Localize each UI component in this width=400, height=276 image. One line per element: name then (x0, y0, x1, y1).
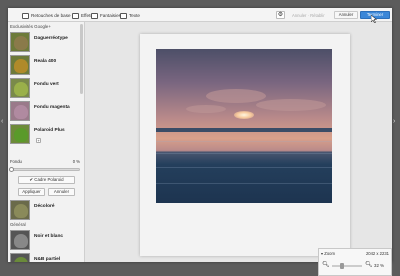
toolbar: Retouches de base Effets Fantaisies Text… (8, 8, 392, 22)
wave (156, 183, 332, 184)
fantasy-icon (91, 12, 98, 19)
fondu-slider[interactable] (9, 167, 80, 172)
effect-item[interactable]: Noir et blanc (10, 230, 80, 252)
effect-label: Noir et blanc (34, 234, 64, 239)
effect-label: N&B partiel (34, 257, 61, 262)
photo-editor-window: ✕ Retouches de base Effets Fantaisies Te… (8, 8, 392, 276)
wave (156, 153, 332, 154)
fondu-row: Fondu 0 % (10, 159, 80, 165)
fondu-label: Fondu (10, 159, 22, 164)
effect-thumbnail (10, 124, 30, 144)
tab-effects[interactable]: Effets (72, 11, 93, 20)
zoom-slider-handle[interactable] (339, 263, 344, 269)
effect-item[interactable]: N&B partiel (10, 253, 80, 262)
cloud (186, 105, 226, 113)
canvas-workspace: ▾ Zoom 2042 x 2231 🔍︎ 🔍︎ 32 % (85, 22, 392, 276)
zoom-header[interactable]: ▾ Zoom (321, 251, 335, 256)
effect-thumbnail (10, 101, 30, 121)
effect-label: Reala 400 (34, 59, 57, 64)
effect-item[interactable]: Reala 400 (10, 55, 80, 77)
cloud (256, 99, 326, 111)
effect-label: Décoloré (34, 204, 55, 209)
effect-thumbnail (10, 253, 30, 262)
tab-text-label: Texte (129, 13, 140, 18)
gear-icon[interactable]: ⚙ (276, 11, 285, 19)
effect-item[interactable]: Fondu vert (10, 78, 80, 100)
cloud (206, 89, 266, 103)
undo-button[interactable]: Annuler (48, 188, 75, 196)
polaroid-frame (140, 34, 350, 256)
tab-basic-edits-label: Retouches de base (31, 13, 71, 18)
plus-icon[interactable]: + (36, 138, 41, 143)
mouse-cursor-icon (371, 15, 377, 23)
apply-button[interactable]: Appliquer (18, 188, 45, 196)
effect-label: Fondu vert (34, 82, 59, 87)
wave (156, 167, 332, 168)
section-google-exclusives: Exclusivités Google+ (10, 24, 51, 29)
fondu-value: 0 % (72, 159, 80, 164)
effect-thumbnail (10, 200, 30, 220)
effect-label: Daguerréotype (34, 36, 68, 41)
effect-item[interactable]: Fondu magenta (10, 101, 80, 123)
tab-fantasy-label: Fantaisies (100, 13, 121, 18)
effect-item[interactable]: Daguerréotype (10, 32, 80, 54)
effect-item[interactable]: Décoloré (10, 200, 80, 222)
effect-thumbnail (10, 55, 30, 75)
sidebar-scrollbar[interactable] (80, 24, 83, 94)
basic-edits-icon (22, 12, 29, 19)
cancel-button[interactable]: Annuler (334, 11, 358, 19)
image-dimensions: 2042 x 2231 (365, 251, 389, 256)
tab-text[interactable]: Texte (120, 11, 140, 20)
effect-thumbnail (10, 32, 30, 52)
polaroid-frame-toggle[interactable]: ✔ Cadre Polaroid (18, 176, 75, 184)
fondu-slider-handle[interactable] (9, 167, 14, 172)
sunset-photo[interactable] (156, 49, 332, 203)
text-icon (120, 12, 127, 19)
effect-label: Fondu magenta (34, 105, 70, 110)
undo-redo-text[interactable]: Annuler · Rétablir (292, 13, 325, 18)
tab-basic-edits[interactable]: Retouches de base (22, 11, 71, 20)
wave (156, 141, 332, 142)
effect-thumbnail (10, 78, 30, 98)
sun (234, 111, 254, 119)
arrow-right-icon[interactable]: › (393, 118, 395, 125)
horizon-line (156, 128, 332, 132)
effects-sidebar: Exclusivités Google+ Daguerréotype Reala… (8, 22, 85, 262)
effect-label: Polaroid Plus (34, 128, 65, 133)
effect-thumbnail (10, 230, 30, 250)
effects-icon (72, 12, 79, 19)
zoom-slider[interactable] (332, 263, 362, 269)
zoom-panel: ▾ Zoom 2042 x 2231 🔍︎ 🔍︎ 32 % (318, 248, 392, 276)
tab-fantasy[interactable]: Fantaisies (91, 11, 121, 20)
arrow-left-icon[interactable]: ‹ (1, 118, 3, 125)
effect-item-selected[interactable]: Polaroid Plus + (10, 124, 80, 146)
section-general: Général (10, 222, 26, 227)
